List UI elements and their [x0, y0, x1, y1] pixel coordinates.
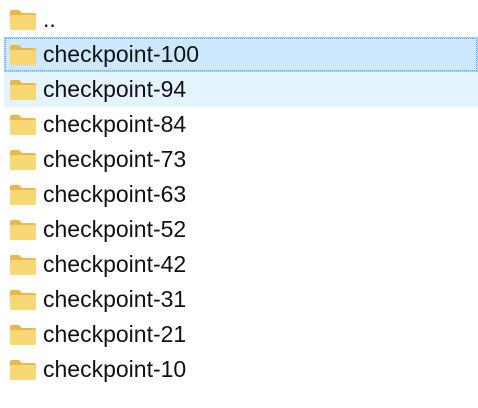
list-item-label: checkpoint-84	[43, 111, 187, 137]
folder-icon	[9, 324, 37, 346]
list-item-checkpoint-100[interactable]: checkpoint-100	[4, 37, 478, 72]
list-item-checkpoint-10[interactable]: checkpoint-10	[4, 352, 478, 387]
list-item-label: checkpoint-31	[43, 286, 187, 312]
list-item-checkpoint-52[interactable]: checkpoint-52	[4, 212, 478, 247]
list-item-checkpoint-63[interactable]: checkpoint-63	[4, 177, 478, 212]
folder-icon	[9, 289, 37, 311]
list-item-label: checkpoint-42	[43, 251, 187, 277]
list-item-checkpoint-73[interactable]: checkpoint-73	[4, 142, 478, 177]
list-item-checkpoint-94[interactable]: checkpoint-94	[4, 72, 478, 107]
folder-icon	[9, 219, 37, 241]
folder-icon	[9, 359, 37, 381]
list-item-label: checkpoint-10	[43, 356, 187, 382]
list-item-label: checkpoint-100	[43, 41, 199, 67]
list-item-label: checkpoint-63	[43, 181, 187, 207]
list-item-label: ..	[43, 6, 56, 32]
folder-icon	[9, 9, 37, 31]
folder-icon	[9, 254, 37, 276]
list-item-checkpoint-31[interactable]: checkpoint-31	[4, 282, 478, 317]
folder-icon	[9, 44, 37, 66]
file-list-panel: .. checkpoint-100 checkpoint-94 checkpoi…	[0, 0, 478, 408]
list-item-parent-folder[interactable]: ..	[4, 2, 478, 37]
folder-icon	[9, 184, 37, 206]
list-item-label: checkpoint-94	[43, 76, 187, 102]
folder-icon	[9, 114, 37, 136]
folder-list: .. checkpoint-100 checkpoint-94 checkpoi…	[4, 2, 478, 387]
list-item-label: checkpoint-21	[43, 321, 187, 347]
folder-icon	[9, 79, 37, 101]
list-item-checkpoint-21[interactable]: checkpoint-21	[4, 317, 478, 352]
list-item-checkpoint-84[interactable]: checkpoint-84	[4, 107, 478, 142]
list-item-checkpoint-42[interactable]: checkpoint-42	[4, 247, 478, 282]
list-item-label: checkpoint-52	[43, 216, 187, 242]
folder-icon	[9, 149, 37, 171]
list-item-label: checkpoint-73	[43, 146, 187, 172]
